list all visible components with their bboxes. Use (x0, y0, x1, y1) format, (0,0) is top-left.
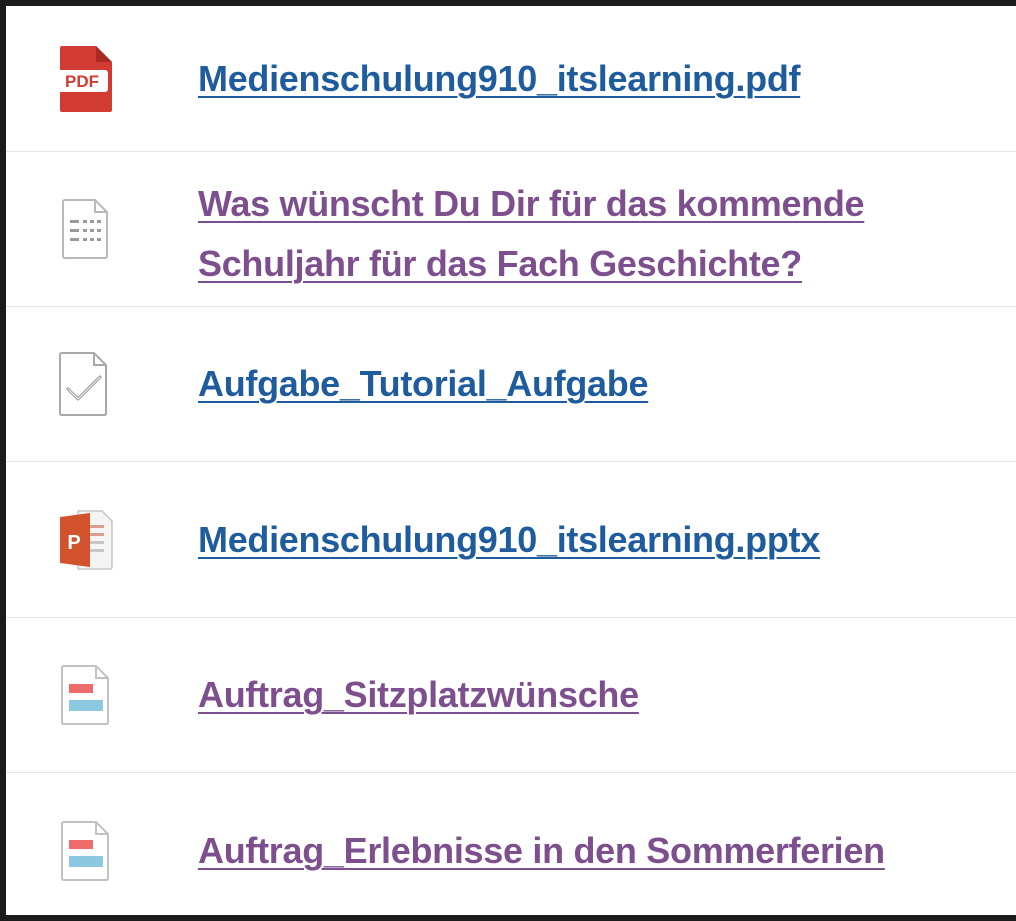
pdf-icon: PDF (50, 43, 122, 115)
page-icon (50, 659, 122, 731)
list-item-powerpoint[interactable]: P Medienschulung910_itslearning.pptx (6, 462, 1016, 618)
resource-list: PDF Medienschulung910_itslearning.pdf Wa… (6, 6, 1016, 915)
list-item-page[interactable]: Auftrag_Sitzplatzwünsche (6, 618, 1016, 773)
svg-text:P: P (67, 532, 80, 554)
powerpoint-icon: P (50, 504, 122, 576)
list-item-pdf[interactable]: PDF Medienschulung910_itslearning.pdf (6, 6, 1016, 152)
resource-link[interactable]: Aufgabe_Tutorial_Aufgabe (198, 354, 956, 414)
resource-link[interactable]: Medienschulung910_itslearning.pdf (198, 49, 956, 109)
list-item-assignment[interactable]: Aufgabe_Tutorial_Aufgabe (6, 307, 1016, 462)
resource-link[interactable]: Medienschulung910_itslearning.pptx (198, 510, 956, 570)
resource-link[interactable]: Auftrag_Erlebnisse in den Sommerferien (198, 821, 956, 881)
svg-text:PDF: PDF (65, 72, 99, 91)
resource-link[interactable]: Was wünscht Du Dir für das kommende Schu… (198, 174, 956, 294)
page-icon (50, 815, 122, 887)
assignment-check-icon (50, 348, 122, 420)
list-item-survey[interactable]: Was wünscht Du Dir für das kommende Schu… (6, 152, 1016, 307)
course-resource-list-panel: PDF Medienschulung910_itslearning.pdf Wa… (0, 0, 1016, 921)
resource-link[interactable]: Auftrag_Sitzplatzwünsche (198, 665, 956, 725)
list-item-page[interactable]: Auftrag_Erlebnisse in den Sommerferien (6, 773, 1016, 915)
survey-icon (50, 193, 122, 265)
